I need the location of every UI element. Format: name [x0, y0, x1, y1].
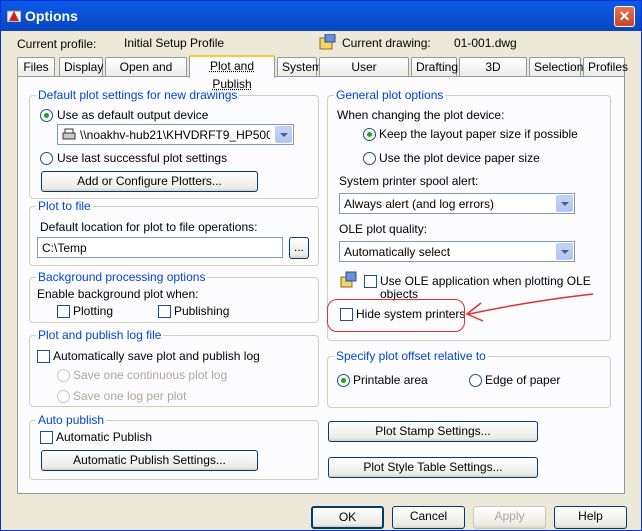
chevron-down-icon[interactable]: [556, 195, 573, 212]
tab-selection[interactable]: Selection: [529, 57, 583, 77]
use-last-label: Use last successful plot settings: [57, 151, 228, 165]
chevron-down-icon[interactable]: [556, 243, 573, 260]
tab-drafting[interactable]: Drafting: [411, 57, 458, 77]
group-title: Plot and publish log file: [36, 328, 164, 342]
options-dialog: Options ✕ Current profile: Initial Setup…: [0, 0, 642, 531]
publishing-label: Publishing: [174, 304, 230, 318]
group-title: Specify plot offset relative to: [334, 349, 488, 363]
printer-icon: [62, 128, 76, 140]
output-device-select[interactable]: \\noakhv-hub21\KHVDRFT9_HP5000_F: [57, 124, 294, 145]
annotation-highlight: [327, 299, 465, 332]
use-ole-label: Use OLE application when plotting OLE: [380, 274, 591, 288]
current-drawing-label: Current drawing:: [342, 36, 431, 50]
group-title: General plot options: [334, 88, 446, 102]
edge-of-paper-label: Edge of paper: [485, 373, 561, 387]
use-device-paper-radio[interactable]: [363, 152, 376, 165]
add-plotters-button[interactable]: Add or Configure Plotters...: [41, 171, 258, 192]
cancel-button[interactable]: Cancel: [392, 506, 465, 529]
continuous-log-label: Save one continuous plot log: [73, 368, 228, 382]
location-label: Default location for plot to file operat…: [40, 220, 258, 234]
apply-button[interactable]: Apply: [473, 506, 546, 529]
autocad-icon: [7, 10, 21, 22]
current-profile-value: Initial Setup Profile: [124, 36, 225, 50]
auto-publish-checkbox[interactable]: [40, 431, 53, 444]
tab-3d-modeling[interactable]: 3D Modeling: [459, 57, 527, 92]
use-last-radio[interactable]: [40, 152, 53, 165]
auto-save-log-label: Automatically save plot and publish log: [53, 349, 260, 363]
tab-user-preferences[interactable]: User Preferences: [319, 57, 409, 92]
auto-save-log-checkbox[interactable]: [37, 350, 50, 363]
publishing-checkbox[interactable]: [158, 305, 171, 318]
change-device-label: When changing the plot device:: [337, 108, 505, 122]
use-default-label: Use as default output device: [57, 108, 209, 122]
tab-display[interactable]: Display: [59, 57, 103, 77]
current-profile-label: Current profile:: [17, 37, 97, 51]
tab-plot-and-publish[interactable]: Plot and Publish: [189, 55, 275, 91]
ole-quality-select[interactable]: Automatically select: [339, 241, 575, 262]
plotting-label: Plotting: [73, 304, 114, 318]
auto-publish-settings-button[interactable]: Automatic Publish Settings...: [41, 450, 258, 471]
per-plot-log-radio[interactable]: [57, 390, 70, 403]
drawing-icon: [319, 34, 336, 50]
spool-alert-label: System printer spool alert:: [339, 174, 479, 188]
use-device-paper-label: Use the plot device paper size: [379, 151, 540, 165]
ole-quality-label: OLE plot quality:: [339, 222, 428, 236]
keep-layout-radio[interactable]: [363, 128, 376, 141]
title-bar[interactable]: Options ✕: [1, 1, 641, 31]
edge-of-paper-radio[interactable]: [469, 374, 482, 387]
group-title: Auto publish: [36, 413, 107, 427]
tab-profiles[interactable]: Profiles: [583, 57, 628, 77]
location-input[interactable]: C:\Temp: [37, 237, 283, 258]
tab-system[interactable]: System: [277, 57, 322, 77]
plot-stamp-settings-button[interactable]: Plot Stamp Settings...: [328, 421, 538, 442]
group-title: Plot to file: [36, 199, 93, 213]
auto-publish-label: Automatic Publish: [56, 430, 153, 444]
close-button[interactable]: ✕: [614, 6, 635, 27]
chevron-down-icon[interactable]: [275, 126, 292, 143]
browse-button[interactable]: ...: [289, 237, 309, 259]
use-default-radio[interactable]: [40, 109, 53, 122]
plotting-checkbox[interactable]: [57, 305, 70, 318]
spool-alert-select[interactable]: Always alert (and log errors): [339, 193, 575, 214]
close-icon: ✕: [618, 8, 631, 24]
printable-area-radio[interactable]: [337, 374, 350, 387]
per-plot-log-label: Save one log per plot: [73, 389, 187, 403]
annotation-arrow-icon: [465, 293, 594, 322]
group-title: Default plot settings for new drawings: [36, 88, 240, 102]
current-drawing-value: 01-001.dwg: [454, 36, 517, 50]
ole-icon: [340, 271, 357, 288]
use-ole-checkbox[interactable]: [364, 275, 377, 288]
tab-files[interactable]: Files: [17, 57, 55, 77]
keep-layout-label: Keep the layout paper size if possible: [379, 127, 578, 141]
continuous-log-radio[interactable]: [57, 369, 70, 382]
ok-button[interactable]: OK: [311, 506, 384, 529]
group-title: Background processing options: [36, 270, 208, 284]
enable-background-label: Enable background plot when:: [37, 287, 199, 301]
window-title: Options: [25, 8, 78, 24]
tab-open-and-save[interactable]: Open and Save: [105, 57, 187, 92]
printable-area-label: Printable area: [353, 373, 428, 387]
help-button[interactable]: Help: [554, 506, 627, 529]
plot-style-table-settings-button[interactable]: Plot Style Table Settings...: [328, 457, 538, 478]
